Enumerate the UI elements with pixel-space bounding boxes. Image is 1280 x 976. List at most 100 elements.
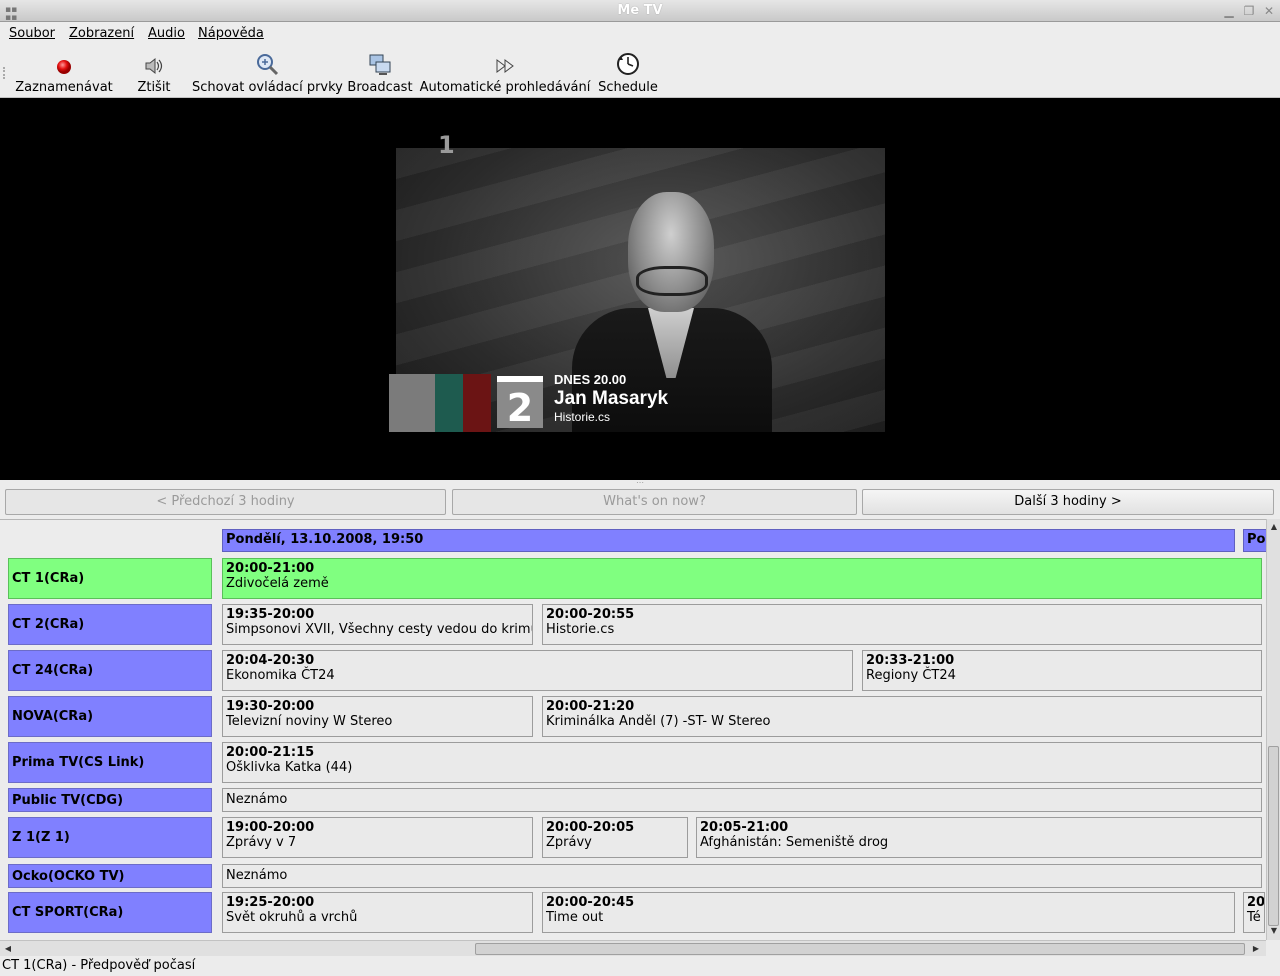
horizontal-scroll-thumb[interactable] — [475, 943, 1245, 955]
program-title: Zprávy — [546, 835, 592, 850]
program-cell[interactable]: 20:00-20:55 Historie.cs — [542, 604, 1262, 645]
title-bar: ▪▪ ▪▪ Me TV ▁ ❐ ✕ — [0, 0, 1280, 23]
program-title: Zprávy v 7 — [226, 835, 297, 850]
autoscan-button[interactable]: Automatické prohledávání — [419, 51, 591, 95]
program-cell[interactable]: 20:00-20:05 Zprávy — [542, 817, 688, 858]
program-cell[interactable]: Neznámo — [222, 788, 1262, 812]
mute-button[interactable]: Ztišit — [132, 51, 176, 95]
toolbar: Zaznamenávat Ztišit Schovat ovládací prv… — [0, 47, 1280, 98]
program-time: 19:25-20:00 — [226, 895, 315, 910]
program-title: Time out — [546, 910, 604, 925]
menu-audio[interactable]: Audio — [148, 26, 185, 41]
program-title: Té — [1247, 910, 1261, 925]
autoscan-label: Automatické prohledávání — [419, 80, 591, 95]
minimize-icon[interactable]: ▁ — [1222, 4, 1236, 18]
record-label: Zaznamenávat — [15, 80, 113, 95]
menu-napoveda-label: Nápověda — [198, 26, 264, 41]
program-cell[interactable]: Neznámo — [222, 864, 1262, 888]
channel-button[interactable]: Public TV(CDG) — [8, 788, 212, 812]
menu-soubor-label: Soubor — [9, 26, 55, 41]
scroll-right-icon[interactable]: ▶ — [1250, 943, 1262, 955]
program-cell[interactable]: 19:35-20:00 Simpsonovi XVII, Všechny cest… — [222, 604, 533, 645]
menu-audio-label: Audio — [148, 26, 185, 41]
program-time: 19:00-20:00 — [226, 820, 315, 835]
prev-3h-button[interactable]: < Předchozí 3 hodiny — [5, 489, 446, 515]
zoom-icon — [192, 51, 342, 77]
program-time: 20:00-20:45 — [546, 895, 635, 910]
pane-splitter[interactable]: ⋯ — [0, 479, 1280, 488]
menu-zobrazeni-label: Zobrazení — [69, 26, 135, 41]
channel-button[interactable]: Prima TV(CS Link) — [8, 742, 212, 783]
channel-button[interactable]: Ocko(OCKO TV) — [8, 864, 212, 888]
hide-controls-button[interactable]: Schovat ovládací prvky — [192, 51, 343, 95]
program-cell[interactable]: 20:00-21:00 Zdivočelá země — [222, 558, 1262, 599]
stripe-red — [463, 374, 491, 432]
program-time: 19:35-20:00 — [226, 607, 315, 622]
channel-button[interactable]: CT 1(CRa) — [8, 558, 212, 599]
program-title: Zdivočelá země — [226, 576, 329, 591]
program-title: Neznámo — [226, 868, 288, 883]
program-cell[interactable]: 20:00-21:20 Kriminálka Anděl (7) -ST- W S… — [542, 696, 1262, 737]
program-time: 19:30-20:00 — [226, 699, 315, 714]
overlay-line3: Historie.cs — [554, 410, 611, 424]
program-cell[interactable]: 20:00-21:15 Ošklivka Katka (44) — [222, 742, 1262, 783]
scroll-up-icon[interactable]: ▲ — [1268, 521, 1280, 533]
program-cell[interactable]: 20:00-20:45 Time out — [542, 892, 1235, 933]
next-3h-button[interactable]: Další 3 hodiny > — [862, 489, 1274, 515]
toolbar-handle[interactable] — [3, 67, 6, 79]
whats-on-now-button[interactable]: What's on now? — [452, 489, 857, 515]
program-time: 20 — [1247, 895, 1265, 910]
speaker-glasses — [636, 266, 708, 296]
horizontal-scrollbar[interactable]: ◀ ▶ — [0, 940, 1266, 956]
channel-button[interactable]: CT 2(CRa) — [8, 604, 212, 645]
scroll-down-icon[interactable]: ▼ — [1268, 925, 1280, 937]
program-title: Historie.cs — [546, 622, 615, 637]
status-bar: CT 1(CRa) - Předpověď počasí — [0, 956, 1280, 976]
channel-button[interactable]: CT 24(CRa) — [8, 650, 212, 691]
menu-soubor[interactable]: Soubor — [9, 26, 55, 41]
program-time: 20:00-20:55 — [546, 607, 635, 622]
overlay-line1: DNES 20.00 — [554, 372, 627, 387]
program-title: Televizní noviny W Stereo — [226, 714, 393, 729]
channel-logo: 1 — [438, 131, 455, 159]
vertical-scroll-thumb[interactable] — [1268, 746, 1279, 926]
program-cell[interactable]: 20 Té — [1243, 892, 1265, 933]
channel-button[interactable]: CT SPORT(CRa) — [8, 892, 212, 933]
clock-icon — [597, 51, 659, 77]
record-icon — [14, 51, 114, 77]
program-title: Neznámo — [226, 792, 288, 807]
program-title: Simpsonovi XVII, Všechny cesty vedou do … — [226, 622, 533, 637]
program-title: Ekonomika ČT24 — [226, 668, 335, 683]
stripe-green — [435, 374, 463, 432]
broadcast-label: Broadcast — [347, 80, 413, 95]
program-cell[interactable]: 20:04-20:30 Ekonomika ČT24 — [222, 650, 853, 691]
video-area[interactable]: 1 2 DNES 20.00 Jan Masaryk Historie.cs — [0, 98, 1280, 480]
close-icon[interactable]: ✕ — [1262, 4, 1276, 18]
epg-date-header-next: Pondělí — [1243, 529, 1266, 552]
broadcast-button[interactable]: Broadcast — [346, 51, 414, 95]
channel-button[interactable]: Z 1(Z 1) — [8, 817, 212, 858]
menu-napoveda[interactable]: Nápověda — [198, 26, 264, 41]
mute-label: Ztišit — [137, 80, 171, 95]
program-time: 20:00-21:00 — [226, 561, 315, 576]
overlay-line2: Jan Masaryk — [554, 388, 669, 409]
program-cell[interactable]: 20:05-21:00 Afghánistán: Semeniště drog — [696, 817, 1262, 858]
program-time: 20:00-21:15 — [226, 745, 315, 760]
scroll-left-icon[interactable]: ◀ — [2, 943, 14, 955]
program-time: 20:04-20:30 — [226, 653, 315, 668]
program-title: Regiony ČT24 — [866, 668, 956, 683]
menu-zobrazeni[interactable]: Zobrazení — [69, 26, 134, 41]
record-button[interactable]: Zaznamenávat — [14, 51, 114, 95]
program-cell[interactable]: 19:30-20:00 Televizní noviny W Stereo — [222, 696, 533, 737]
schedule-button[interactable]: Schedule — [597, 51, 659, 95]
overlay-text: DNES 20.00 Jan Masaryk Historie.cs — [554, 372, 668, 424]
maximize-icon[interactable]: ❐ — [1242, 4, 1256, 18]
window-title: Me TV — [617, 3, 663, 18]
program-time: 20:05-21:00 — [700, 820, 789, 835]
vertical-scrollbar[interactable]: ▲ ▼ — [1266, 519, 1280, 940]
program-cell[interactable]: 19:25-20:00 Svět okruhů a vrchů — [222, 892, 533, 933]
channel-button[interactable]: NOVA(CRa) — [8, 696, 212, 737]
program-cell[interactable]: 20:33-21:00 Regiony ČT24 — [862, 650, 1262, 691]
program-cell[interactable]: 19:00-20:00 Zprávy v 7 — [222, 817, 533, 858]
menu-bar: Soubor Zobrazení Audio Nápověda — [0, 22, 1280, 47]
